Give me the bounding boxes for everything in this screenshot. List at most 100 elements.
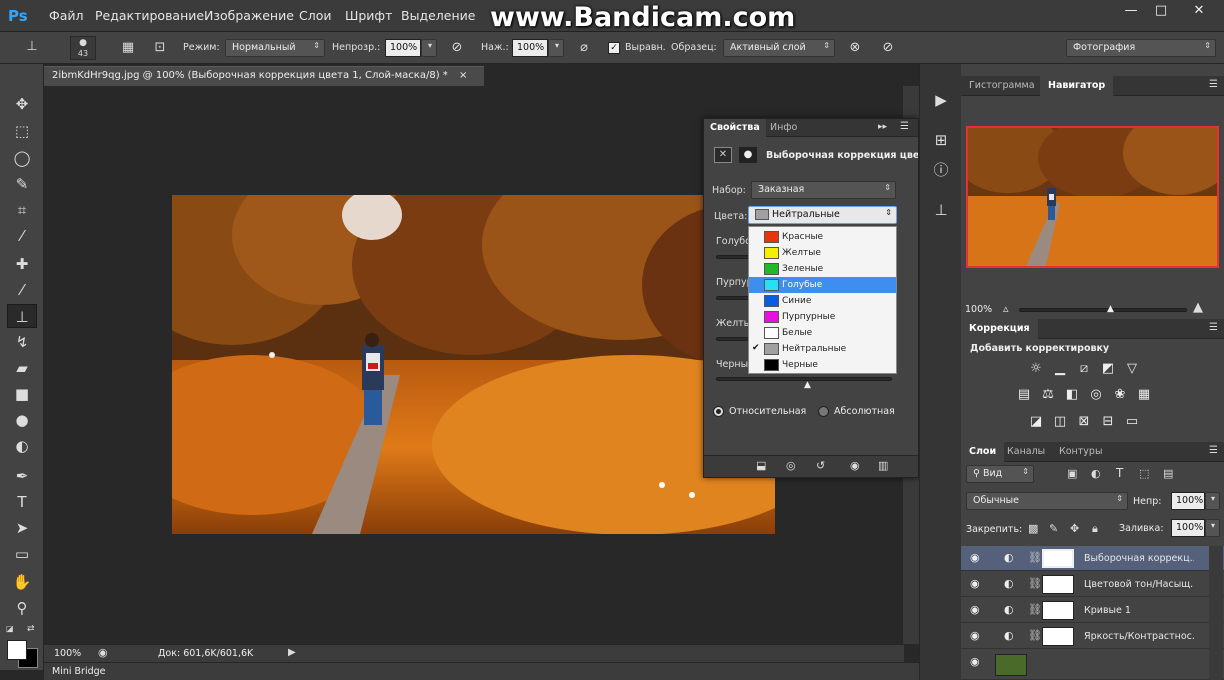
color-option-blues[interactable]: Синие: [749, 293, 896, 309]
tab-navigator[interactable]: Навигатор: [1040, 76, 1114, 96]
lock-all-icon[interactable]: 🔒︎: [1092, 522, 1098, 536]
preset-dropdown[interactable]: Заказная ⇕: [751, 181, 896, 199]
dodge-tool-icon[interactable]: ◐: [7, 434, 37, 458]
zoom-level[interactable]: 100%: [54, 648, 81, 659]
layer-mask-thumbnail[interactable]: [1042, 549, 1074, 568]
filter-type-icon[interactable]: T: [1116, 466, 1123, 480]
navigator-zoom[interactable]: 100%: [965, 304, 992, 315]
hue-saturation-icon[interactable]: ▤: [1015, 387, 1033, 403]
tab-adjustments[interactable]: Коррекция: [961, 319, 1038, 339]
visibility-eye-icon[interactable]: ◉: [970, 577, 980, 590]
background-layer-thumbnail[interactable]: [995, 654, 1027, 676]
color-option-whites[interactable]: Белые: [749, 325, 896, 341]
blur-tool-icon[interactable]: ●: [7, 408, 37, 432]
vibrance-icon[interactable]: ▽: [1123, 361, 1141, 377]
reset-icon[interactable]: ↺: [816, 459, 825, 472]
color-option-blacks[interactable]: Черные: [749, 357, 896, 373]
visibility-eye-icon[interactable]: ◉: [970, 655, 980, 668]
opacity-dropdown[interactable]: ▾: [421, 39, 437, 57]
path-select-tool-icon[interactable]: ➤: [7, 516, 37, 540]
hand-tool-icon[interactable]: ✋: [7, 570, 37, 594]
layer-opacity-dropdown[interactable]: ▾: [1205, 492, 1220, 510]
menu-layers[interactable]: Слои: [299, 8, 332, 23]
link-chain-icon[interactable]: ⛓: [1028, 603, 1042, 616]
color-option-cyans[interactable]: Голубые: [749, 277, 896, 293]
panel-menu-icon[interactable]: ☰: [1209, 445, 1218, 456]
tab-layers[interactable]: Слои: [961, 442, 1005, 462]
color-option-yellows[interactable]: Желтые: [749, 245, 896, 261]
eyedropper-tool-icon[interactable]: ⁄: [7, 224, 37, 248]
marquee-tool-icon[interactable]: ⬚: [7, 119, 37, 143]
brush-tool-icon[interactable]: ⁄: [7, 278, 37, 302]
pressure-size-icon[interactable]: ⊘: [878, 38, 898, 58]
layer-row[interactable]: ◉ ◐ ⛓ Выборочная коррекц...: [961, 546, 1224, 571]
stamp-panel-icon[interactable]: ⊥: [928, 198, 954, 222]
tab-paths[interactable]: Контуры: [1051, 442, 1110, 462]
zoom-tool-icon[interactable]: ⚲: [7, 596, 37, 620]
slider-handle-icon[interactable]: ▲: [1107, 304, 1114, 314]
close-tab-icon[interactable]: ×: [459, 70, 467, 81]
mini-bridge-tab[interactable]: Mini Bridge: [52, 666, 105, 677]
adjustment-icon[interactable]: ✕: [714, 147, 732, 163]
fill-field[interactable]: 100%: [1171, 519, 1205, 537]
radio-relative[interactable]: [713, 406, 724, 417]
mode-dropdown[interactable]: Нормальный ⇕: [225, 39, 325, 57]
menu-edit[interactable]: Редактирование: [95, 8, 204, 23]
gradient-map-icon[interactable]: ▭: [1123, 414, 1141, 430]
clone-source-panel-icon[interactable]: ⊞: [928, 128, 954, 152]
layer-mask-thumbnail[interactable]: [1042, 575, 1074, 594]
default-colors-icon[interactable]: ◪: [6, 624, 14, 633]
image-canvas[interactable]: [172, 195, 775, 534]
history-brush-tool-icon[interactable]: ↯: [7, 330, 37, 354]
filter-smart-object-icon[interactable]: ▤: [1163, 467, 1173, 480]
brush-preset-picker[interactable]: ● 43: [70, 36, 96, 60]
link-chain-icon[interactable]: ⛓: [1028, 577, 1042, 590]
navigator-zoom-slider[interactable]: [1019, 308, 1187, 312]
color-lookup-icon[interactable]: ▦: [1135, 387, 1153, 403]
layer-row[interactable]: ◉ ◐ ⛓ Цветовой тон/Насыщ...: [961, 572, 1224, 597]
black-white-icon[interactable]: ◧: [1063, 387, 1081, 403]
filter-shape-icon[interactable]: ⬚: [1139, 467, 1149, 480]
exposure-icon[interactable]: ◩: [1099, 361, 1117, 377]
pressure-field[interactable]: 100%: [512, 39, 548, 57]
panel-menu-icon[interactable]: ☰: [900, 121, 909, 132]
menu-select[interactable]: Выделение: [401, 8, 475, 23]
lasso-tool-icon[interactable]: ◯: [7, 146, 37, 170]
brush-panel-icon[interactable]: ▦: [118, 38, 138, 58]
visibility-eye-icon[interactable]: ◉: [970, 603, 980, 616]
clip-to-layer-icon[interactable]: ⬓: [756, 459, 766, 472]
brightness-icon[interactable]: ☼: [1027, 361, 1045, 377]
menu-image[interactable]: Изображение: [204, 8, 294, 23]
gradient-tool-icon[interactable]: ■: [7, 382, 37, 406]
photo-filter-icon[interactable]: ◎: [1087, 387, 1105, 403]
lock-position-icon[interactable]: ✥: [1070, 522, 1079, 535]
layer-row[interactable]: ◉ ◐ ⛓ Яркость/Контрастнос...: [961, 624, 1224, 649]
share-icon[interactable]: ◉: [98, 646, 108, 659]
close-button[interactable]: ✕: [1188, 3, 1210, 19]
document-tab[interactable]: 2ibmKdHr9qg.jpg @ 100% (Выборочная корре…: [44, 66, 484, 86]
swap-colors-icon[interactable]: ⇄: [27, 624, 35, 634]
link-chain-icon[interactable]: ⛓: [1028, 551, 1042, 564]
tab-properties[interactable]: Свойства: [704, 119, 766, 139]
pressure-dropdown[interactable]: ▾: [548, 39, 564, 57]
filter-adjustment-icon[interactable]: ◐: [1091, 467, 1101, 480]
radio-absolute[interactable]: [818, 406, 829, 417]
posterize-icon[interactable]: ◫: [1051, 414, 1069, 430]
zoom-out-icon[interactable]: ▵: [1003, 302, 1009, 315]
crop-tool-icon[interactable]: ⌗: [7, 198, 37, 222]
clone-stamp-tool-icon[interactable]: ⊥: [7, 304, 37, 328]
collapse-panel-icon[interactable]: ▸▸: [878, 122, 887, 132]
info-panel-icon[interactable]: ⓘ: [928, 158, 954, 182]
view-previous-icon[interactable]: ◎: [786, 459, 796, 472]
align-checkbox[interactable]: ✓: [608, 42, 620, 54]
menu-type[interactable]: Шрифт: [345, 8, 392, 23]
clone-source-icon[interactable]: ⊡: [150, 38, 170, 58]
mask-icon[interactable]: ●: [739, 147, 757, 163]
lock-pixels-icon[interactable]: ✎: [1049, 522, 1058, 535]
zoom-in-icon[interactable]: ▲: [1193, 300, 1203, 315]
trash-icon[interactable]: ▥: [878, 459, 888, 472]
color-option-neutrals[interactable]: ✔ Нейтральные: [749, 341, 896, 357]
minimize-button[interactable]: —: [1120, 3, 1142, 19]
eraser-tool-icon[interactable]: ▰: [7, 356, 37, 380]
selective-color-icon[interactable]: ⊟: [1099, 414, 1117, 430]
